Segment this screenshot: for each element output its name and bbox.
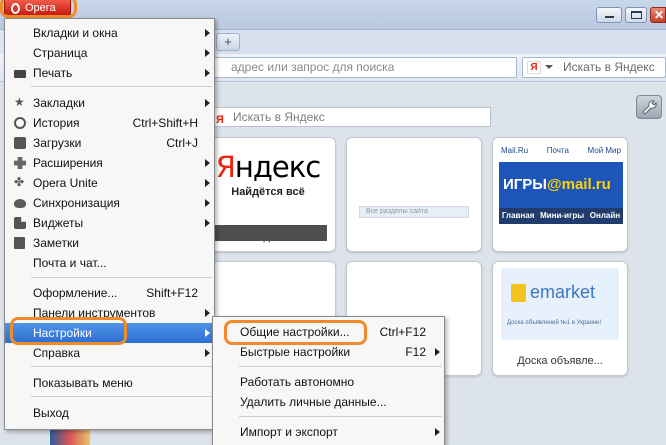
submenu-item-general-settings[interactable]: Общие настройки... Ctrl+F12 [213,322,444,342]
submenu-arrow-icon [205,349,210,357]
yandex-logo: Яндекс [215,150,321,184]
speed-dial-tile-emarket[interactable]: emarket Доска объявлений №1 в Украине! Д… [492,261,628,376]
menu-separator [239,416,442,417]
shopping-bag-icon [511,284,526,303]
settings-submenu: Общие настройки... Ctrl+F12 Быстрые настр… [212,316,445,445]
mail-nav: Главная Мини-игры Онлайн [499,208,623,224]
address-bar[interactable]: адрес или запрос для поиска [212,57,517,78]
note-icon [14,237,25,249]
menu-item-page[interactable]: Страница [5,43,214,63]
submenu-arrow-icon [205,99,210,107]
submenu-arrow-icon [435,428,440,436]
menu-item-settings[interactable]: Настройки [5,323,214,343]
submenu-item-delete-private-data[interactable]: Удалить личные данные... [213,392,444,412]
submenu-arrow-icon [205,29,210,37]
maximize-button[interactable] [625,7,647,23]
puzzle-icon [14,157,26,169]
widget-icon [14,217,26,229]
submenu-arrow-icon [205,49,210,57]
menu-item-downloads[interactable]: Загрузки Ctrl+J [5,133,214,153]
menu-item-print[interactable]: Печать [5,63,214,83]
menu-separator [31,366,212,367]
tile-thumbnail-strip [214,225,327,241]
new-tab-button[interactable]: + [216,33,240,51]
tile-thumbnail: Все разделы сайта [355,146,473,226]
speed-dial-settings-button[interactable] [636,95,662,119]
mail-top-links: Mail.Ru Почта Мой Мир [501,146,621,155]
menu-item-history[interactable]: История Ctrl+Shift+H [5,113,214,133]
emarket-logo: emarket [511,282,595,303]
wrench-icon [642,100,657,115]
emarket-subtitle: Доска объявлений №1 в Украине! [507,320,602,326]
menu-item-opera-unite[interactable]: ✤ Opera Unite [5,173,214,193]
menu-item-toolbars[interactable]: Панели инструментов [5,303,214,323]
submenu-arrow-icon [205,219,210,227]
mail-games-banner: ИГРЫ@mail.ru [499,162,623,208]
opera-menu-button[interactable]: Opera [4,0,71,17]
printer-icon [14,70,26,78]
menu-separator [31,86,212,87]
tile-caption: Доска объявле... [517,355,603,367]
menu-item-extensions[interactable]: Расширения [5,153,214,173]
menu-item-help[interactable]: Справка [5,343,214,363]
submenu-arrow-icon [205,179,210,187]
tab-strip: + [210,30,666,54]
yandex-search-icon: Я [216,114,224,126]
submenu-arrow-icon [435,348,440,356]
unite-icon: ✤ [14,175,25,189]
submenu-arrow-icon [205,309,210,317]
submenu-item-import-export[interactable]: Импорт и экспорт [213,422,444,442]
menu-separator [239,366,442,367]
menu-separator [31,396,212,397]
submenu-arrow-icon [205,199,210,207]
menu-item-appearance[interactable]: Оформление... Shift+F12 [5,283,214,303]
tile-thumbnail: Mail.Ru Почта Мой Мир ИГРЫ@mail.ru Главн… [499,144,623,228]
emarket-banner: emarket Доска объявлений №1 в Украине! [501,268,619,340]
download-icon [14,137,26,149]
speed-dial-tile-mail[interactable]: Mail.Ru Почта Мой Мир ИГРЫ@mail.ru Главн… [492,137,628,252]
maximize-icon [631,11,642,19]
site-sections-bar: Все разделы сайта [359,206,469,218]
submenu-item-quick-settings[interactable]: Быстрые настройки F12 [213,342,444,362]
minimize-icon [605,16,614,18]
speed-dial-tile-site[interactable]: Все разделы сайта [346,137,482,252]
speed-dial-search-input[interactable]: Я Искать в Яндекс [210,107,491,127]
menu-item-bookmarks[interactable]: ★ Закладки [5,93,214,113]
clock-icon [14,117,26,129]
opera-main-menu: Вкладки и окна Страница Печать ★ Закладки… [4,18,215,430]
tile-thumbnail: Яндекс Найдётся всё [209,146,327,226]
close-icon: ✕ [654,8,665,22]
opera-logo-icon [11,3,20,14]
menu-item-widgets[interactable]: Виджеты [5,213,214,233]
chevron-down-icon[interactable] [545,65,553,69]
submenu-item-work-offline[interactable]: Работать автономно [213,372,444,392]
yandex-engine-icon[interactable]: Я [527,61,541,74]
web-search-field[interactable]: Я Искать в Яндекс [522,57,666,78]
submenu-arrow-icon [205,329,210,337]
star-icon: ★ [14,95,25,109]
background-image-fragment [50,430,90,445]
submenu-arrow-icon [205,159,210,167]
speed-dial-search-placeholder: Искать в Яндекс [233,110,325,124]
menu-separator [31,277,212,278]
web-search-placeholder: Искать в Яндекс [563,60,655,74]
cloud-icon [14,199,26,208]
opera-menu-label: Opera [25,2,56,14]
menu-item-exit[interactable]: Выход [5,403,214,423]
minimize-button[interactable] [596,7,622,23]
menu-item-mail-chat[interactable]: Почта и чат... [5,253,214,273]
menu-item-sync[interactable]: Синхронизация [5,193,214,213]
tile-thumbnail: emarket Доска объявлений №1 в Украине! [501,268,619,348]
menu-item-notes[interactable]: Заметки [5,233,214,253]
menu-item-show-menu[interactable]: Показывать меню [5,373,214,393]
yandex-tagline: Найдётся всё [231,186,305,198]
close-button[interactable]: ✕ [650,7,666,23]
submenu-arrow-icon [205,69,210,77]
address-placeholder: адрес или запрос для поиска [231,60,395,74]
menu-item-tabs-windows[interactable]: Вкладки и окна [5,23,214,43]
